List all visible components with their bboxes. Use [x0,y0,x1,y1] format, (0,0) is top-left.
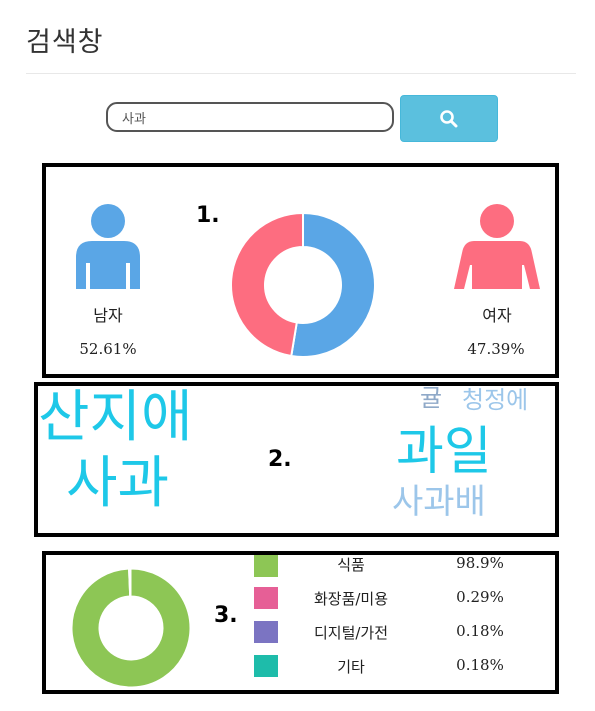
donut-slice-2 [230,211,304,358]
legend-label-other: 기타 [337,658,365,676]
female-label: 여자 [482,306,512,325]
word-cloud-word: 사과 [66,451,170,516]
legend-swatch-food [254,555,278,577]
male-person-icon [76,204,140,289]
word-cloud-word: 산지애 [38,385,193,450]
word-cloud-word: 사과배 [392,482,486,522]
gender-donut-chart [230,211,376,358]
legend-label-food: 식품 [337,556,365,574]
legend-label-digital: 디지털/가전 [313,624,389,642]
legend-swatch-other [254,655,278,677]
panel-number-1: 1. [196,203,220,228]
page-title: 검색창 [26,27,104,58]
legend-value-food: 98.9% [456,555,504,572]
panel-number-3: 3. [214,603,238,628]
word-cloud-word: 귤 [420,384,443,412]
panel-number-2: 2. [268,447,292,472]
category-donut-chart [71,568,191,688]
legend-value-cosmetics: 0.29% [456,588,504,606]
search-icon [440,109,458,127]
legend-swatch-digital [254,621,278,643]
legend-value-other: 0.18% [456,656,504,674]
female-percent: 47.39% [467,340,525,358]
word-cloud-word: 청정에 [462,386,529,414]
male-percent: 52.61% [79,340,137,358]
search-button[interactable] [400,95,498,142]
donut-slice-4 [129,568,132,597]
legend-label-cosmetics: 화장품/미용 [313,590,389,608]
legend-swatch-cosmetics [254,587,278,609]
male-label: 남자 [93,306,123,325]
legend-value-digital: 0.18% [456,622,504,640]
category-legend: 식품 98.9% 화장품/미용 0.29% 디지털/가전 0.18% 기타 0.… [248,555,548,690]
word-cloud-word: 과일 [396,422,492,482]
title-divider [26,73,576,74]
female-person-icon [454,204,540,289]
search-input[interactable] [106,102,394,132]
